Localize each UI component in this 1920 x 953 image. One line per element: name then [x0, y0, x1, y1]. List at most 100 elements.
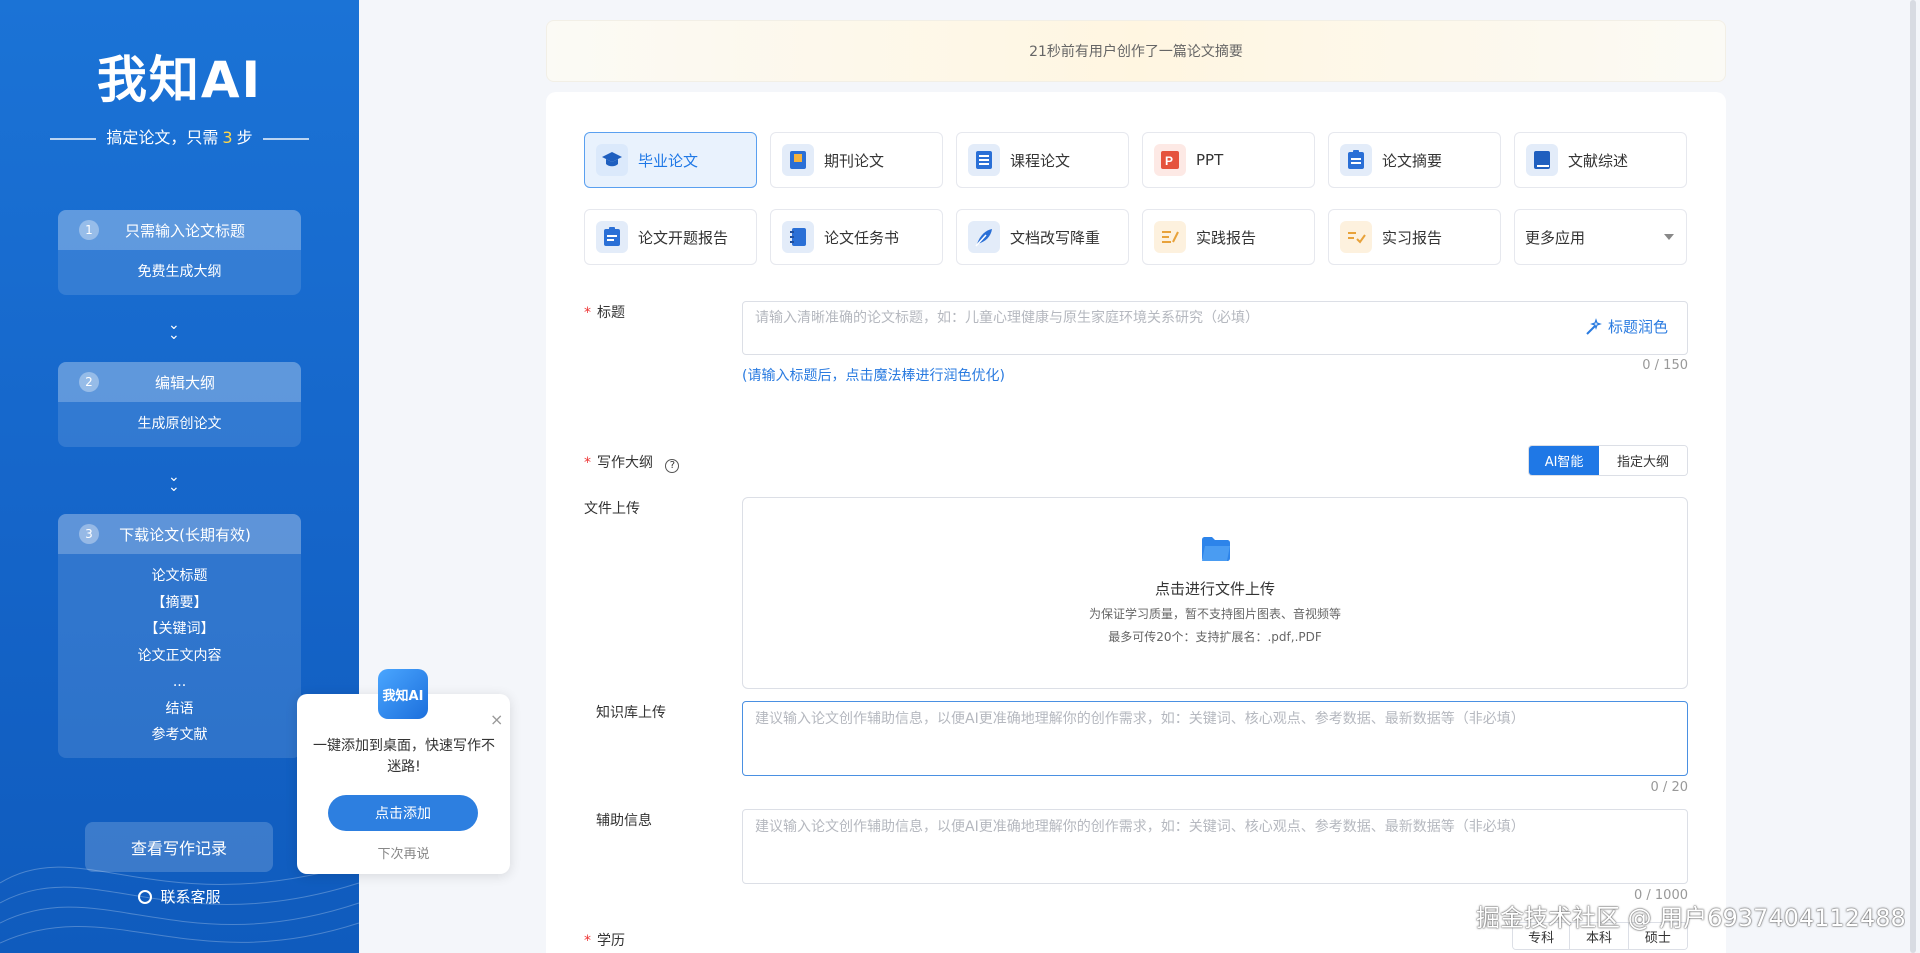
step-item: ... [172, 674, 187, 690]
step-body: 免费生成大纲 [58, 250, 301, 295]
course-list-icon [968, 144, 1000, 176]
type-proposal-button[interactable]: 论文开题报告 [584, 209, 757, 265]
tagline-step-count: 3 [222, 128, 233, 147]
step-header: 3 下载论文(长期有效) [58, 514, 301, 554]
step-body: 生成原创论文 [58, 402, 301, 447]
step-number: 1 [79, 220, 99, 240]
outline-label: * 写作大纲 ? [584, 452, 680, 473]
type-literature-review-button[interactable]: 文献综述 [1514, 132, 1687, 188]
type-rewrite-button[interactable]: 文档改写降重 [956, 209, 1129, 265]
step-number: 3 [79, 524, 99, 544]
step-item: 论文标题 [151, 568, 208, 584]
clipboard-icon [1340, 144, 1372, 176]
caret-down-icon [1664, 234, 1674, 240]
title-label-text: 标题 [597, 305, 625, 321]
step-number: 2 [79, 372, 99, 392]
ppt-icon: P [1154, 144, 1186, 176]
title-label: * 标题 [584, 302, 625, 322]
type-practice-report-button[interactable]: 实践报告 [1142, 209, 1315, 265]
title-counter: 0 / 150 [1642, 358, 1688, 373]
notebook-icon [782, 221, 814, 253]
upload-title: 点击进行文件上传 [1154, 580, 1275, 598]
step-title: 只需输入论文标题 [124, 221, 245, 240]
kb-textarea[interactable]: 建议输入论文创作辅助信息，以便AI更准确地理解你的创作需求，如：关键词、核心观点… [742, 701, 1688, 776]
type-thesis-button[interactable]: 毕业论文 [584, 132, 757, 188]
step-card-3: 3 下载论文(长期有效) 论文标题 【摘要】 【关键词】 论文正文内容 ... … [58, 514, 301, 758]
type-label: 课程论文 [1010, 151, 1071, 170]
required-mark: * [584, 455, 591, 471]
popup-message: 一键添加到桌面，快速写作不迷路! [313, 738, 495, 775]
svg-text:P: P [1165, 154, 1173, 168]
popup-app-logo: 我知AI [378, 669, 428, 719]
step-item: 结语 [165, 700, 194, 717]
kb-label: 知识库上传 [596, 705, 666, 721]
aux-label: 辅助信息 [596, 813, 652, 829]
step-item: 免费生成大纲 [137, 264, 222, 280]
title-polish-button[interactable]: 标题润色 [1584, 316, 1668, 337]
step-header: 1 只需输入论文标题 [58, 210, 301, 250]
scrollbar-thumb[interactable] [1910, 0, 1916, 953]
chevron-down-icon: ⌄ ⌄ [168, 317, 180, 343]
file-upload-dropzone[interactable]: 点击进行文件上传 为保证学习质量，暂不支持图片图表、音视频等 最多可传20个：支… [742, 497, 1688, 689]
aux-textarea[interactable]: 建议输入论文创作辅助信息，以便AI更准确地理解你的创作需求，如：关键词、核心观点… [742, 809, 1688, 884]
required-mark: * [584, 305, 591, 321]
tagline: 搞定论文，只需 3 步 [0, 124, 359, 148]
type-label: 期刊论文 [824, 151, 885, 170]
type-ppt-button[interactable]: P PPT [1142, 132, 1315, 188]
title-hint: (请输入标题后，点击魔法棒进行润色优化) [742, 368, 1005, 384]
step-header: 2 编辑大纲 [58, 362, 301, 402]
type-label: 论文开题报告 [638, 228, 729, 247]
step-item: 论文正文内容 [137, 647, 222, 664]
journal-icon [782, 144, 814, 176]
step-item: 生成原创论文 [137, 416, 222, 432]
help-circle-icon[interactable]: ? [665, 459, 680, 473]
type-journal-button[interactable]: 期刊论文 [770, 132, 943, 188]
step-body: 论文标题 【摘要】 【关键词】 论文正文内容 ... 结语 参考文献 [58, 554, 301, 758]
step-item: 【摘要】 [151, 594, 208, 611]
book-icon [1526, 144, 1558, 176]
outline-mode-toggle: AI智能 指定大纲 [1528, 445, 1688, 476]
type-internship-report-button[interactable]: 实习报告 [1328, 209, 1501, 265]
kb-counter: 0 / 20 [1650, 780, 1688, 795]
type-label: 论文摘要 [1382, 151, 1443, 170]
type-label: 实习报告 [1382, 228, 1443, 247]
internship-icon [1340, 221, 1372, 253]
headset-icon [138, 890, 153, 904]
more-apps-label: 更多应用 [1525, 228, 1586, 247]
practice-icon [1154, 221, 1186, 253]
type-label: PPT [1196, 151, 1224, 169]
upload-label: 文件上传 [584, 501, 640, 517]
title-polish-label: 标题润色 [1608, 318, 1669, 336]
title-input[interactable]: 请输入清晰准确的论文标题，如：儿童心理健康与原生家庭环境关系研究（必填） [742, 301, 1688, 355]
type-label: 论文任务书 [824, 228, 900, 247]
more-apps-dropdown[interactable]: 更多应用 [1514, 209, 1687, 265]
education-label-text: 学历 [597, 933, 625, 949]
education-label: * 学历 [584, 930, 625, 950]
contact-label: 联系客服 [160, 888, 221, 906]
upload-extensions: 最多可传20个：支持扩展名：.pdf,.PDF [1108, 630, 1322, 644]
type-course-button[interactable]: 课程论文 [956, 132, 1129, 188]
outline-label-text: 写作大纲 [597, 455, 653, 471]
tagline-line-left [50, 137, 97, 140]
remind-later-link[interactable]: 下次再说 [297, 843, 510, 862]
close-icon[interactable]: × [490, 710, 503, 729]
tagline-line-right [262, 137, 309, 140]
type-label: 毕业论文 [638, 151, 699, 170]
add-to-desktop-button[interactable]: 点击添加 [328, 795, 478, 831]
watermark: 掘金技术社区 @ 用户6937404112488 [1476, 904, 1906, 932]
activity-banner: 21秒前有用户创作了一篇论文摘要 [546, 20, 1726, 82]
folder-icon [1202, 537, 1230, 561]
step-card-2: 2 编辑大纲 生成原创论文 [58, 362, 301, 447]
step-item: 【关键词】 [144, 621, 215, 637]
step-title: 编辑大纲 [154, 373, 215, 392]
app-logo: 我知AI [96, 51, 263, 109]
type-label: 文献综述 [1568, 151, 1629, 170]
outline-custom-option[interactable]: 指定大纲 [1599, 446, 1687, 475]
magic-wand-icon [1586, 317, 1602, 335]
type-abstract-button[interactable]: 论文摘要 [1328, 132, 1501, 188]
chevron-down-icon: ⌄ ⌄ [168, 469, 180, 495]
view-history-button[interactable]: 查看写作记录 [85, 822, 273, 872]
contact-service-link[interactable]: 联系客服 [0, 886, 359, 907]
outline-ai-option[interactable]: AI智能 [1529, 446, 1600, 475]
type-task-book-button[interactable]: 论文任务书 [770, 209, 943, 265]
